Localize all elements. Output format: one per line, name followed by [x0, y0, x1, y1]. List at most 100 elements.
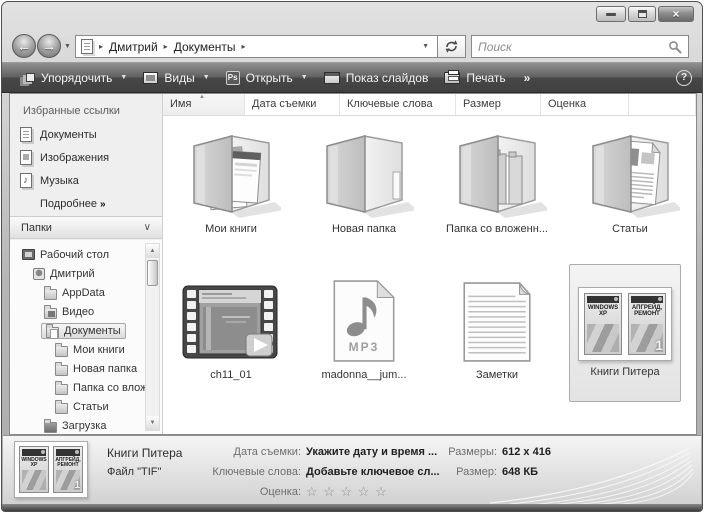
details-pane: WINDOWS XP АПГРЕЙД, РЕМОНТ 1 Книги Питер… [3, 435, 701, 507]
book-cover-left: WINDOWS XP [584, 293, 622, 355]
tree-label: Дмитрий [50, 267, 95, 280]
print-button[interactable]: Печать [436, 68, 513, 88]
scroll-up-icon[interactable]: ▲ [146, 244, 159, 258]
minimize-button[interactable] [596, 6, 626, 22]
scroll-down-icon[interactable]: ▼ [146, 416, 159, 430]
slideshow-label: Показ слайдов [345, 70, 429, 85]
photoshop-icon: Ps [225, 70, 240, 85]
open-button[interactable]: Ps Открыть ▼ [218, 68, 316, 88]
slideshow-button[interactable]: Показ слайдов [316, 68, 437, 88]
text-notes-icon [463, 282, 531, 362]
open-label: Открыть [245, 70, 293, 85]
keywords-value[interactable]: Добавьте ключевое сл... [306, 466, 440, 478]
tree-item-appdata[interactable]: AppData [10, 283, 162, 302]
pictures-icon [20, 150, 32, 165]
toolbar-overflow-button[interactable]: » [524, 71, 531, 85]
file-tile-articles[interactable]: Статьи [565, 118, 695, 256]
help-button[interactable]: ? [676, 69, 692, 86]
organize-button[interactable]: Упорядочить ▼ [12, 68, 135, 88]
column-header-date-taken[interactable]: Дата съемки [245, 94, 340, 115]
file-tile-video[interactable]: ch11_01 [166, 264, 296, 402]
views-icon [143, 71, 159, 84]
slideshow-icon [323, 71, 340, 84]
book-cover-left: WINDOWS XP [19, 446, 49, 493]
rating-stars[interactable]: ☆ ☆ ☆ ☆ ☆ [306, 485, 388, 498]
tree-label: Папка со вложе [73, 381, 154, 394]
maximize-button[interactable] [628, 6, 656, 22]
tree-item-documents-selected[interactable]: Документы [10, 321, 162, 340]
column-header-keywords[interactable]: Ключевые слова [340, 94, 456, 115]
collapse-icon: ∨ [143, 222, 151, 233]
views-button[interactable]: Виды ▼ [135, 68, 217, 88]
back-button[interactable]: ← [12, 34, 36, 58]
breadcrumb-separator-icon: ▸ [241, 42, 246, 51]
file-tile-new-folder[interactable]: Новая папка [299, 118, 429, 256]
mp3-badge: MP3 [348, 340, 380, 354]
tree-label: Рабочий стол [40, 248, 110, 261]
breadcrumb[interactable]: ▸ Дмитрий ▸ Документы ▸ ▼ [75, 35, 438, 58]
address-bar: ← → ▼ ▸ Дмитрий ▸ Документы ▸ ▼ [2, 30, 702, 62]
more-label: Подробнее [40, 198, 98, 210]
date-taken-value[interactable]: Укажите дату и время ... [306, 446, 437, 458]
tree-item-my-books[interactable]: Мои книги [10, 340, 162, 359]
sidebar-item-pictures[interactable]: Изображения [10, 146, 162, 169]
folder-location-icon [81, 39, 93, 54]
breadcrumb-item-user[interactable]: Дмитрий [109, 40, 158, 54]
command-toolbar: Упорядочить ▼ Виды ▼ Ps Открыть ▼ Показ … [2, 62, 702, 93]
column-header-name[interactable]: ▲ Имя [163, 94, 245, 115]
column-header-rating[interactable]: Оценка [541, 94, 629, 115]
file-tile-my-books[interactable]: Мои книги [166, 118, 296, 256]
organize-icon [26, 73, 35, 82]
tree-item-articles[interactable]: Статьи [10, 397, 162, 416]
dropdown-icon: ▼ [120, 74, 128, 81]
image-thumbnail-icon: WINDOWS XP АПГРЕЙД, РЕМОНТ 1 [578, 287, 672, 361]
search-box [471, 35, 689, 58]
breadcrumb-separator-icon: ▸ [99, 42, 104, 51]
tree-item-new-folder[interactable]: Новая папка [10, 359, 162, 378]
file-list-panel: ▲ Имя Дата съемки Ключевые слова Размер … [163, 94, 696, 434]
tree-selection: Документы [41, 322, 126, 339]
user-folder-icon [33, 267, 45, 280]
tree-item-downloads[interactable]: Загрузка [10, 416, 162, 435]
search-input[interactable] [478, 39, 668, 54]
file-label: Папка со вложенн... [446, 223, 548, 235]
close-button[interactable]: × [658, 6, 694, 22]
folder-icon [55, 361, 68, 376]
video-folder-icon [44, 304, 57, 319]
history-dropdown-icon[interactable]: ▼ [64, 43, 71, 50]
file-label: Новая папка [331, 223, 397, 235]
file-tile-mp3[interactable]: MP3 madonna__jum... [299, 264, 429, 402]
tree-item-nested-folder[interactable]: Папка со вложе [10, 378, 162, 397]
refresh-button[interactable] [437, 35, 466, 58]
address-dropdown-icon[interactable]: ▼ [419, 43, 432, 50]
music-icon: ♪ [20, 173, 32, 188]
sidebar-item-documents[interactable]: Документы [10, 123, 162, 146]
file-tile-books-selected[interactable]: WINDOWS XP АПГРЕЙД, РЕМОНТ 1 Книги Питер… [569, 264, 681, 402]
folder-icon [55, 342, 68, 357]
publisher-band [631, 296, 663, 303]
folders-title: Папки [21, 221, 52, 234]
tree-item-desktop[interactable]: Рабочий стол [10, 245, 162, 264]
file-label: ch11_01 [210, 369, 252, 381]
folder-with-page-icon [592, 135, 680, 218]
folder-icon [55, 380, 68, 395]
tree-scrollbar[interactable]: ▲ ▼ [145, 243, 160, 431]
navigation-pane: Избранные ссылки Документы Изображения ♪… [10, 94, 163, 434]
sidebar-item-music[interactable]: ♪ Музыка [10, 169, 162, 192]
folders-band[interactable]: Папки ∨ [10, 216, 162, 239]
file-tile-nested-folder[interactable]: Папка со вложенн... [432, 118, 562, 256]
breadcrumb-separator-icon: ▸ [163, 42, 168, 51]
forward-button[interactable]: → [37, 34, 61, 58]
close-icon: × [672, 7, 680, 21]
tree-label: Документы [64, 324, 121, 337]
more-link[interactable]: Подробнее» [10, 192, 162, 210]
rating-label: Оценка: [259, 486, 301, 498]
title-bar[interactable]: × [2, 2, 702, 30]
column-header-size[interactable]: Размер [456, 94, 541, 115]
tree-item-user[interactable]: Дмитрий [10, 264, 162, 283]
breadcrumb-item-documents[interactable]: Документы [174, 40, 236, 54]
tree-label: Мои книги [73, 343, 125, 356]
scrollbar-thumb[interactable] [147, 260, 158, 286]
tree-item-video[interactable]: Видео [10, 302, 162, 321]
file-tile-notes[interactable]: Заметки [432, 264, 562, 402]
